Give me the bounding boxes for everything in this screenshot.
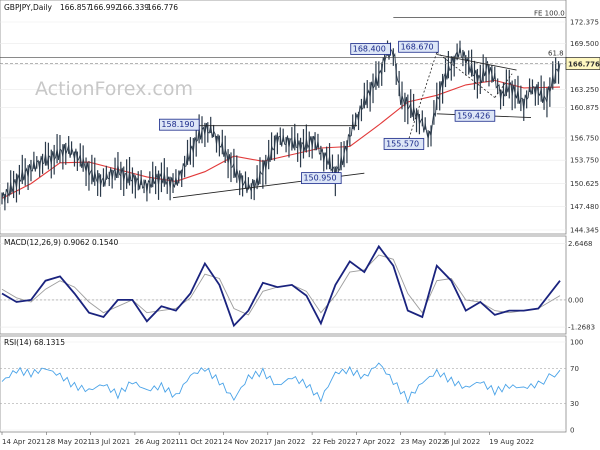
x-tick-label: 23 May 2022 [401,438,447,446]
price-label: 159.426 [457,111,490,120]
x-tick-label: 26 Aug 2021 [135,438,180,446]
price-tick-label: 156.750 [570,134,599,142]
x-tick-label: 14 Apr 2021 [2,438,45,446]
chart-canvas: ActionForex.com GBPJPY,Daily 166.857 166… [0,0,600,446]
x-tick-label: 22 Feb 2022 [312,438,356,446]
x-tick-label: 28 May 2021 [46,438,92,446]
ohlc-open: 166.857 [60,3,91,12]
price-tick-label: 150.625 [570,180,599,188]
macd-panel: MACD(12,26,9) 0.9062 0.1540 [0,235,567,335]
last-price-label: 166.776 [568,61,600,69]
rsi-panel: RSI(14) 68.1315 [0,335,567,433]
rsi-tick-label: 30 [570,400,579,408]
macd-tick-label: 0.00 [568,296,584,304]
price-tick-label: 160.875 [570,104,599,112]
macd-axis: 2.6468 0.00 -1.2683 [568,240,595,332]
x-tick-label: 6 Jul 2022 [445,438,480,446]
ohlc-low: 166.339 [118,3,149,12]
macd-tick-label: 2.6468 [568,240,593,248]
price-panel: ActionForex.com GBPJPY,Daily 166.857 166… [0,0,567,235]
rsi-axis: 100 70 30 0 [570,339,583,435]
ohlc-high: 166.992 [89,3,120,12]
price-label: 168.670 [401,42,434,51]
price-panel-title: GBPJPY,Daily [4,3,53,12]
price-tick-label: 172.375 [570,18,599,26]
x-tick-label: 19 Aug 2022 [489,438,534,446]
x-tick-label: 24 Nov 2021 [224,438,269,446]
price-tick-label: 153.750 [570,157,599,165]
rsi-tick-label: 100 [570,339,583,347]
price-tick-label: 163.250 [570,86,599,94]
macd-panel-title: MACD(12,26,9) 0.9062 0.1540 [4,238,118,247]
fib-label: 61.8 [548,49,564,57]
rsi-panel-title: RSI(14) 68.1315 [4,338,65,347]
price-tick-label: 144.345 [570,227,599,235]
rsi-tick-label: 70 [570,365,579,373]
price-tick-label: 169.500 [570,40,599,48]
x-tick-label: 7 Jan 2022 [268,438,306,446]
watermark: ActionForex.com [35,78,193,100]
price-label: 155.570 [386,139,419,148]
ohlc-close: 166.776 [147,3,178,12]
macd-tick-label: -1.2683 [568,324,595,332]
x-axis: 14 Apr 2021 28 May 202113 Jul 2021 26 Aug … [1,432,534,446]
rsi-tick-label: 0 [570,427,574,435]
fib-label: FE 100.0 [534,9,565,17]
x-tick-label: 11 Oct 2021 [179,438,222,446]
price-label: 168.400 [353,44,386,53]
x-tick-label: 13 Jul 2021 [91,438,131,446]
price-axis: 172.375169.500166.625163.250160.875156.7… [565,18,600,235]
price-label: 150.950 [303,174,336,183]
price-tick-label: 147.480 [570,203,599,211]
x-tick-label: 7 Apr 2022 [356,438,395,446]
price-label: 158.190 [161,120,194,129]
